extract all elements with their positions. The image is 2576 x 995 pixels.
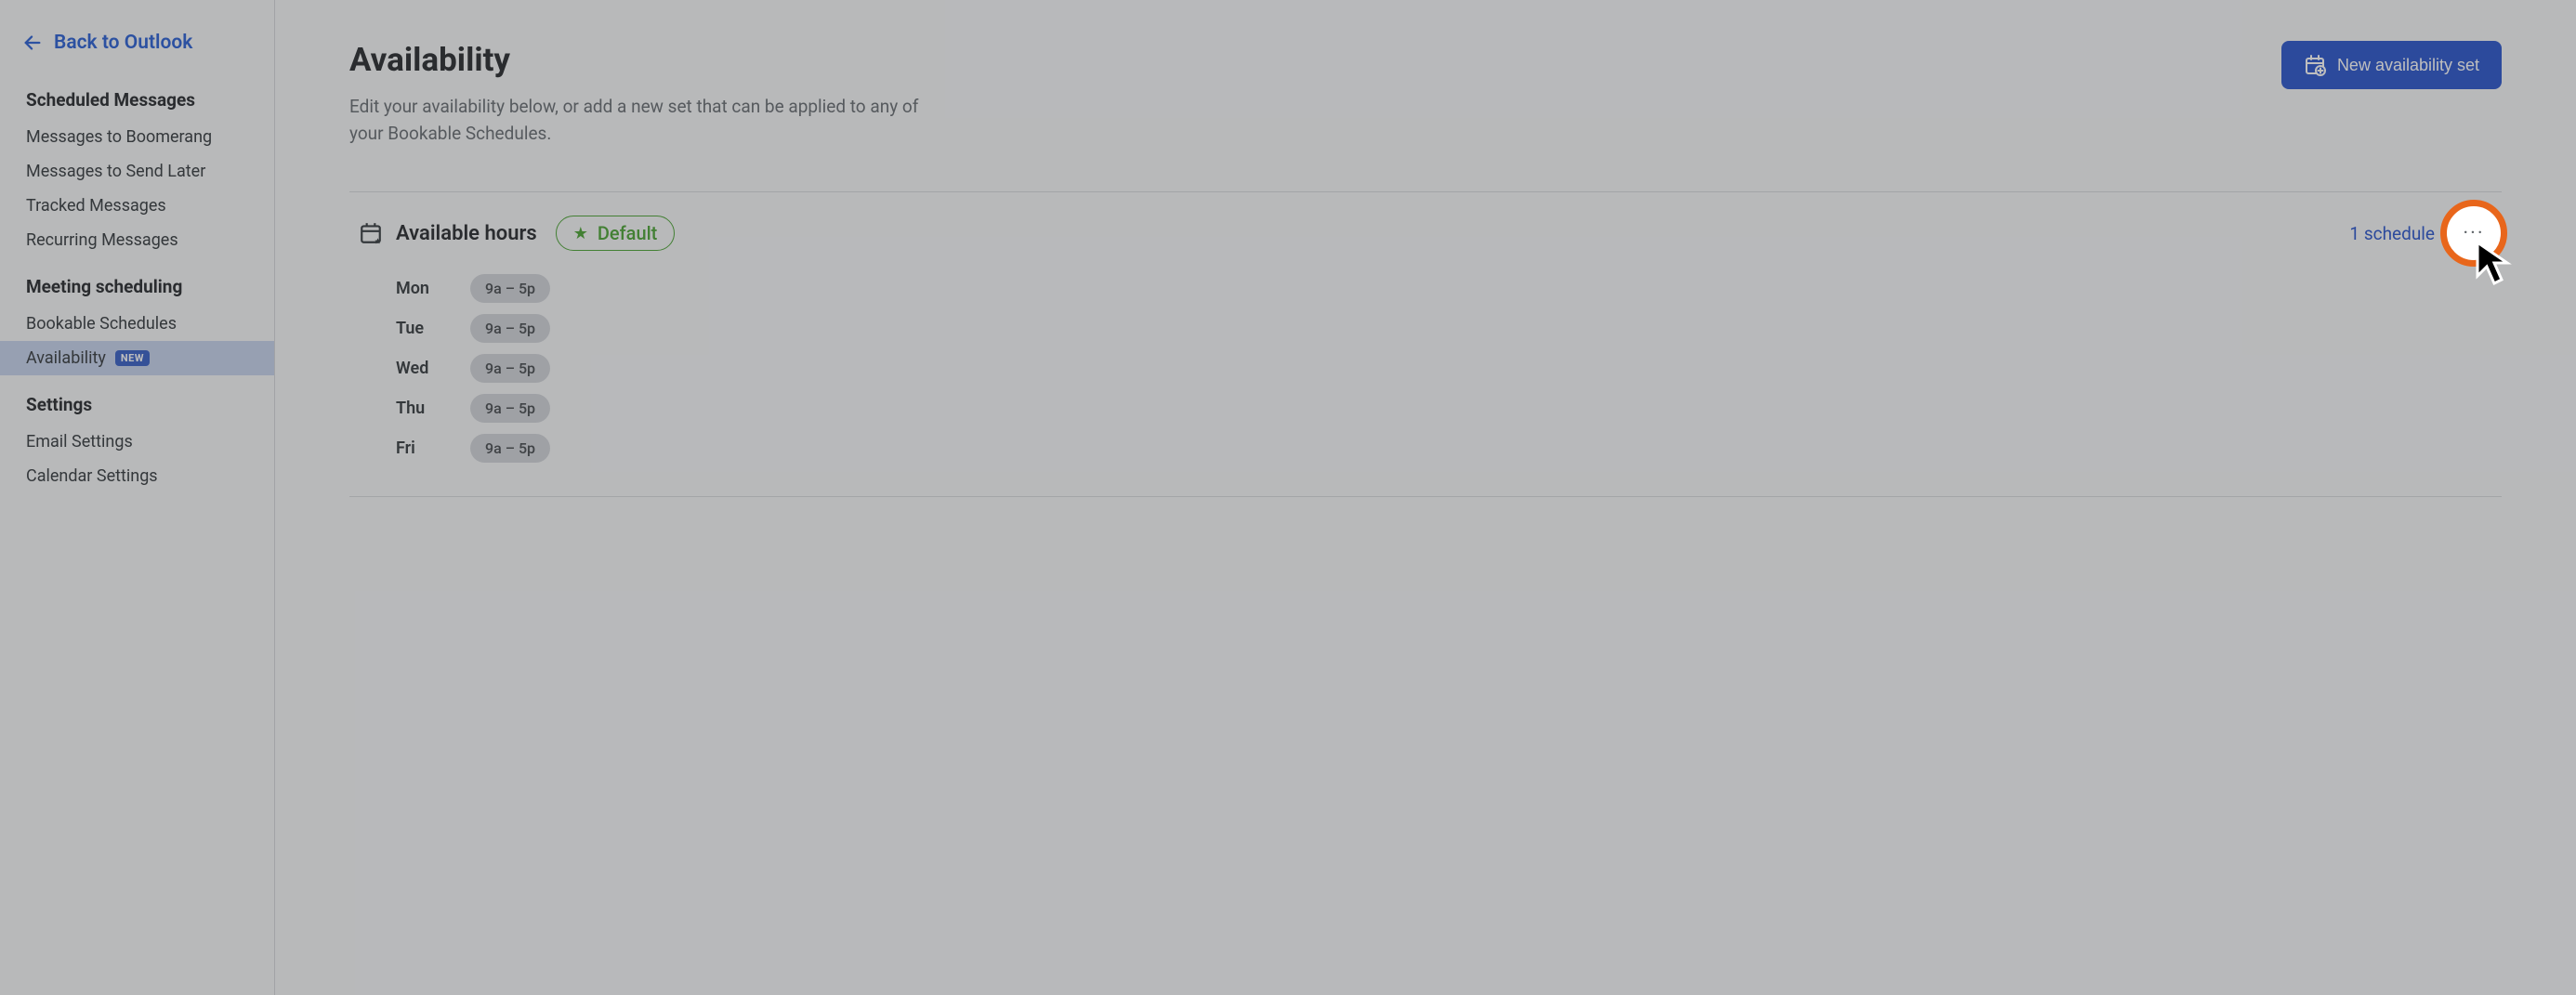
sidebar-item-bookable-schedules[interactable]: Bookable Schedules	[0, 307, 274, 341]
calendar-star-icon	[359, 221, 383, 245]
sidebar-item-boomerang[interactable]: Messages to Boomerang	[0, 120, 274, 154]
default-label: Default	[598, 222, 658, 244]
app-root: Back to Outlook Scheduled Messages Messa…	[0, 0, 2576, 995]
default-badge: ★ Default	[556, 216, 676, 251]
card-header-right: 1 schedule ···	[2349, 215, 2492, 252]
time-range-pill[interactable]: 9a – 5p	[470, 394, 550, 423]
section-heading-meeting: Meeting scheduling	[0, 257, 274, 307]
more-options-button[interactable]: ···	[2455, 215, 2492, 252]
sidebar-item-tracked[interactable]: Tracked Messages	[0, 189, 274, 223]
sidebar-item-calendar-settings[interactable]: Calendar Settings	[0, 459, 274, 493]
page-title: Availability	[349, 41, 944, 79]
day-label: Thu	[396, 399, 448, 418]
page-description: Edit your availability below, or add a n…	[349, 94, 944, 147]
new-availability-set-button[interactable]: New availability set	[2281, 41, 2502, 89]
day-label: Mon	[396, 279, 448, 298]
availability-card: Available hours ★ Default 1 schedule ···…	[349, 192, 2502, 497]
card-title-text: Available hours	[396, 222, 537, 245]
card-title: Available hours	[359, 221, 537, 245]
time-range-pill[interactable]: 9a – 5p	[470, 314, 550, 343]
header-row: Availability Edit your availability belo…	[349, 41, 2502, 147]
new-badge: NEW	[115, 350, 150, 366]
section-heading-scheduled: Scheduled Messages	[0, 71, 274, 120]
star-icon: ★	[573, 224, 588, 243]
day-label: Wed	[396, 359, 448, 378]
hours-row-thu: Thu 9a – 5p	[396, 388, 2492, 428]
sidebar-item-availability[interactable]: Availability NEW	[0, 341, 274, 375]
ellipsis-icon: ···	[2463, 222, 2484, 245]
sidebar-item-send-later[interactable]: Messages to Send Later	[0, 154, 274, 189]
sidebar: Back to Outlook Scheduled Messages Messa…	[0, 0, 275, 995]
time-range-pill[interactable]: 9a – 5p	[470, 354, 550, 383]
new-set-label: New availability set	[2337, 56, 2479, 75]
sidebar-item-email-settings[interactable]: Email Settings	[0, 425, 274, 459]
section-heading-settings: Settings	[0, 375, 274, 425]
back-label: Back to Outlook	[54, 32, 192, 54]
main-content: Availability Edit your availability belo…	[275, 0, 2576, 995]
time-range-pill[interactable]: 9a – 5p	[470, 274, 550, 303]
hours-row-tue: Tue 9a – 5p	[396, 308, 2492, 348]
card-header: Available hours ★ Default 1 schedule ···	[359, 215, 2492, 252]
sidebar-item-label: Availability	[26, 348, 106, 368]
hours-row-fri: Fri 9a – 5p	[396, 428, 2492, 468]
hours-row-mon: Mon 9a – 5p	[396, 268, 2492, 308]
day-label: Fri	[396, 439, 448, 458]
time-range-pill[interactable]: 9a – 5p	[470, 434, 550, 463]
hours-row-wed: Wed 9a – 5p	[396, 348, 2492, 388]
day-label: Tue	[396, 319, 448, 338]
arrow-left-icon	[22, 33, 43, 53]
header-text: Availability Edit your availability belo…	[349, 41, 944, 147]
back-to-outlook-link[interactable]: Back to Outlook	[0, 26, 274, 71]
schedule-count-link[interactable]: 1 schedule	[2349, 223, 2435, 244]
sidebar-item-recurring[interactable]: Recurring Messages	[0, 223, 274, 257]
calendar-plus-icon	[2304, 54, 2326, 76]
hours-grid: Mon 9a – 5p Tue 9a – 5p Wed 9a – 5p Thu …	[359, 268, 2492, 468]
